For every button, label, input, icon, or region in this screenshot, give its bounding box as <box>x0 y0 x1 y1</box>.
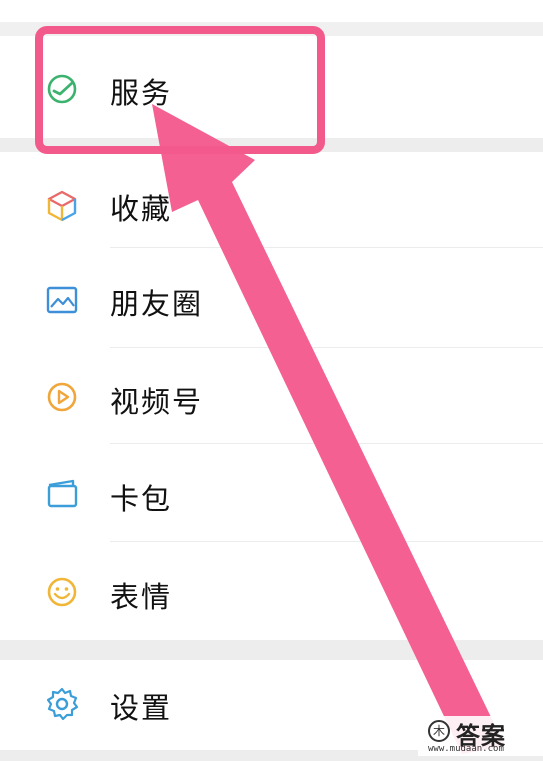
watermark: 木 答案 www.mudaan.com <box>418 716 543 756</box>
watermark-logo: 木 <box>428 720 450 742</box>
me-menu-page: 服务 收藏 朋友圈 视频号 卡包 表情 设置 木 答案 www.mudaan.c… <box>0 0 543 761</box>
watermark-url: www.mudaan.com <box>428 744 504 754</box>
pointer-arrow <box>152 104 505 754</box>
